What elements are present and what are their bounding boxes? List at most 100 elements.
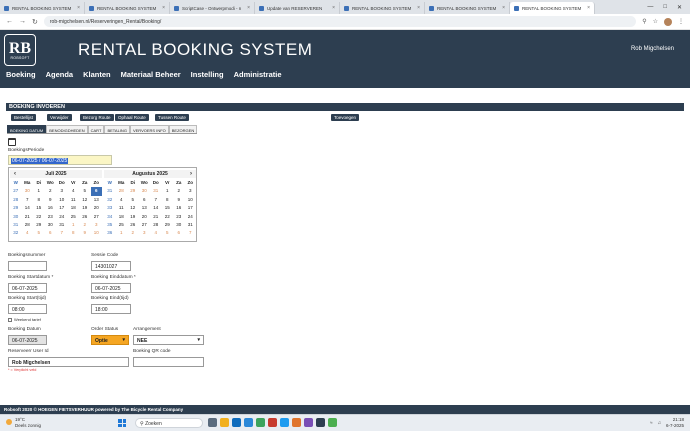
app-icon[interactable] (256, 418, 265, 427)
verwijder-button[interactable]: Verwijder (47, 114, 72, 121)
calendar-day[interactable]: 31 (185, 221, 197, 229)
calendar-day[interactable]: 6 (45, 229, 57, 237)
calendar-day[interactable]: 10 (56, 196, 68, 204)
maximize-icon[interactable]: □ (663, 4, 667, 10)
calendar-day[interactable]: 25 (68, 213, 80, 221)
calendar-day[interactable]: 28 (116, 187, 128, 195)
calendar-day[interactable]: 3 (185, 187, 197, 195)
zoom-icon[interactable]: ⚲ (642, 18, 646, 25)
starttijd-field[interactable]: 08:00 (8, 304, 47, 314)
close-tab-icon[interactable]: × (502, 5, 505, 11)
calendar-day[interactable]: 3 (91, 221, 103, 229)
app-icon[interactable] (292, 418, 301, 427)
calendar-day[interactable]: 18 (68, 204, 80, 212)
calendar-day[interactable]: 4 (150, 229, 162, 237)
calendar-day[interactable]: 17 (56, 204, 68, 212)
calendar-day[interactable]: 7 (150, 196, 162, 204)
task-view-icon[interactable] (208, 418, 217, 427)
app-icon[interactable] (280, 418, 289, 427)
calendar-icon[interactable] (8, 138, 16, 146)
star-icon[interactable]: ☆ (653, 18, 658, 25)
nav-klanten[interactable]: Klanten (83, 70, 111, 79)
bestellijst-button[interactable]: Bestellijst (11, 114, 37, 121)
calendar-day[interactable]: 4 (22, 229, 34, 237)
calendar-day[interactable]: 31 (56, 221, 68, 229)
calendar-day[interactable]: 2 (173, 187, 185, 195)
app-icon[interactable] (304, 418, 313, 427)
browser-tab[interactable]: RENTAL BOOKING SYSTEM × (85, 2, 170, 14)
menu-icon[interactable]: ⋮ (678, 18, 684, 25)
calendar-day[interactable]: 1 (116, 229, 128, 237)
calendar-day[interactable]: 21 (150, 213, 162, 221)
einddatum-field[interactable]: 06-07-2025 (91, 283, 131, 293)
tab-cart[interactable]: CART (87, 125, 105, 133)
browser-tab[interactable]: RENTAL BOOKING SYSTEM × (340, 2, 425, 14)
calendar-day[interactable]: 16 (45, 204, 57, 212)
boekingsnummer-field[interactable] (8, 261, 47, 271)
calendar-day[interactable]: 3 (139, 229, 151, 237)
calendar-day[interactable]: 11 (68, 196, 80, 204)
store-icon[interactable] (244, 418, 253, 427)
close-tab-icon[interactable]: × (587, 5, 590, 11)
close-tab-icon[interactable]: × (417, 5, 420, 11)
calendar-day[interactable]: 5 (127, 196, 139, 204)
calendar-day[interactable]: 13 (91, 196, 103, 204)
calendar-day[interactable]: 10 (91, 229, 103, 237)
browser-tab[interactable]: ScriptCase - Ontwerpmodi - n × (170, 2, 255, 14)
calendar-day[interactable]: 1 (68, 221, 80, 229)
taskbar-search[interactable]: ⚲ Zoeken (135, 418, 203, 428)
calendar-day[interactable]: 16 (173, 204, 185, 212)
nav-instelling[interactable]: Instelling (191, 70, 224, 79)
calendar-day[interactable]: 7 (56, 229, 68, 237)
nav-materiaal-beheer[interactable]: Materiaal Beheer (121, 70, 181, 79)
calendar-day[interactable]: 28 (22, 221, 34, 229)
chrome-icon[interactable] (328, 418, 337, 427)
url-input[interactable]: rob-migchelsen.nl/Reserveringen_Rental/B… (43, 16, 637, 27)
next-month-icon[interactable]: › (190, 171, 192, 177)
close-window-icon[interactable]: ✕ (677, 4, 682, 11)
calendar-day[interactable]: 6 (173, 229, 185, 237)
calendar-day[interactable]: 19 (127, 213, 139, 221)
calendar-day[interactable]: 12 (127, 204, 139, 212)
arrangement-select[interactable]: NEE ▾ (133, 335, 204, 345)
reserveerder-field[interactable]: Rob Migchelsen (8, 357, 129, 367)
calendar-day[interactable]: 27 (91, 213, 103, 221)
weather-widget[interactable]: 19°C Deels zonnig (6, 417, 41, 428)
browser-tab[interactable]: Update van RESERVEREN × (255, 2, 340, 14)
calendar-day[interactable]: 30 (173, 221, 185, 229)
calendar-day[interactable]: 30 (22, 187, 34, 195)
calendar-day[interactable]: 23 (173, 213, 185, 221)
calendar-day[interactable]: 7 (22, 196, 34, 204)
calendar-day[interactable]: 24 (56, 213, 68, 221)
nav-administratie[interactable]: Administratie (234, 70, 282, 79)
nav-agenda[interactable]: Agenda (46, 70, 74, 79)
bezorg-route-button[interactable]: Bezorg Route (80, 114, 114, 121)
calendar-day[interactable]: 5 (162, 229, 174, 237)
calendar-day[interactable]: 29 (33, 221, 45, 229)
edge-icon[interactable] (232, 418, 241, 427)
tab-bezorgen[interactable]: BEZORGEN (168, 125, 198, 133)
close-tab-icon[interactable]: × (77, 5, 80, 11)
tab-benodigdheden[interactable]: BENODIGDHEDEN (46, 125, 88, 133)
calendar-day[interactable]: 26 (79, 213, 91, 221)
calendar-day[interactable]: 27 (139, 221, 151, 229)
nav-boeking[interactable]: Boeking (6, 70, 36, 79)
close-tab-icon[interactable]: × (332, 5, 335, 11)
calendar-day[interactable]: 29 (127, 187, 139, 195)
weekend-checkbox[interactable] (8, 318, 12, 322)
close-tab-icon[interactable]: × (247, 5, 250, 11)
calendar-day[interactable]: 12 (79, 196, 91, 204)
browser-tab[interactable]: RENTAL BOOKING SYSTEM × (0, 2, 85, 14)
calendar-day[interactable]: 15 (33, 204, 45, 212)
calendar-day[interactable]: 6 (90, 187, 102, 196)
folder-icon[interactable] (220, 418, 229, 427)
eindtijd-field[interactable]: 18:00 (91, 304, 131, 314)
app-icon[interactable] (268, 418, 277, 427)
calendar-day[interactable]: 19 (79, 204, 91, 212)
robsoft-logo[interactable]: RB ROBSOFT (4, 34, 36, 66)
calendar-day[interactable]: 17 (185, 204, 197, 212)
wifi-icon[interactable]: ≈ (650, 420, 652, 425)
calendar-day[interactable]: 1 (33, 187, 45, 195)
calendar-day[interactable]: 5 (33, 229, 45, 237)
calendar-day[interactable]: 31 (150, 187, 162, 195)
